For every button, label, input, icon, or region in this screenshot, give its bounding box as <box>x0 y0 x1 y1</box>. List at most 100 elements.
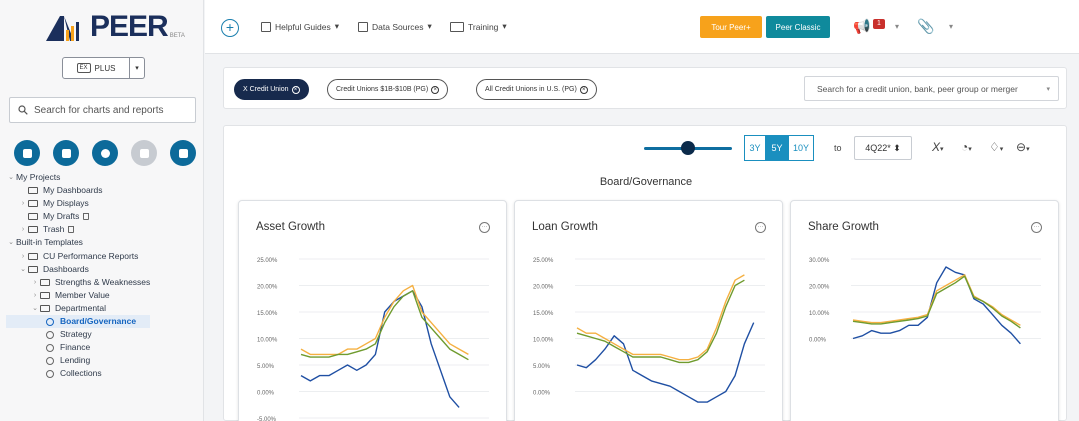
series-line[interactable] <box>300 284 469 356</box>
tree-item-finance[interactable]: Finance <box>6 341 150 354</box>
y-tick-label: 0.00% <box>533 391 551 397</box>
tree-item-label: Departmental <box>55 302 107 313</box>
sidebar-search-input[interactable]: Search for charts and reports <box>9 97 196 123</box>
logo-beta: BETA <box>169 33 185 39</box>
sidebar: PEER BETA EX PLUS ▾ Search for charts an… <box>0 0 204 421</box>
pie-tool-icon[interactable]: ◔▾ <box>961 140 972 154</box>
tree-item-label: Dashboards <box>43 263 89 274</box>
template-icon <box>46 369 54 378</box>
series-line[interactable] <box>300 290 469 361</box>
folder-icon <box>28 200 38 208</box>
tree-item-departmental[interactable]: ⌄ Departmental <box>6 302 150 315</box>
more-options-icon[interactable]: ··· <box>479 222 490 233</box>
tree-item-my-displays[interactable]: › My Displays <box>6 197 150 210</box>
time-slider-handle[interactable] <box>681 141 695 155</box>
series-line[interactable] <box>576 274 745 361</box>
institution-search-input[interactable]: Search for a credit union, bank, peer gr… <box>804 76 1059 101</box>
new-folder-button[interactable] <box>53 140 79 166</box>
remove-icon[interactable]: × <box>291 85 300 94</box>
project-tree: ⌄ My Projects My Dashboards › My Displays My … <box>6 171 151 381</box>
quarter-select[interactable]: 4Q22* ⬍ <box>854 136 912 160</box>
tree-item-trash[interactable]: › Trash <box>6 223 150 236</box>
plus-caret-button[interactable]: ▾ <box>130 57 145 79</box>
folder-icon <box>28 265 38 273</box>
dashboard-title: Board/Governance <box>599 176 693 188</box>
chevron-down-icon[interactable]: ⌄ <box>6 236 16 249</box>
tree-item-member-value[interactable]: › Member Value <box>6 289 150 302</box>
chevron-right-icon[interactable]: › <box>30 276 40 289</box>
help-button[interactable] <box>92 140 118 166</box>
folder-icon <box>28 252 38 260</box>
chevron-down-icon[interactable]: ▾ <box>895 22 899 31</box>
chart-title: Loan Growth <box>532 221 598 233</box>
tour-peer-button[interactable]: Tour Peer+ <box>700 16 762 38</box>
add-button[interactable]: + <box>221 19 239 37</box>
tree-item-cu-performance-reports[interactable]: › CU Performance Reports <box>6 250 150 263</box>
tree-item-dashboards[interactable]: ⌄ Dashboards <box>6 263 150 276</box>
chevron-down-icon[interactable]: ⌄ <box>30 302 40 315</box>
y-tick-label: 15.00% <box>533 311 554 317</box>
trash-icon[interactable] <box>68 226 75 234</box>
plus-button[interactable]: EX PLUS <box>62 57 130 79</box>
more-options-icon[interactable]: ⊖▾ <box>1016 140 1030 154</box>
tree-item-my-dashboards[interactable]: My Dashboards <box>6 184 150 197</box>
chevron-right-icon[interactable]: › <box>18 223 28 236</box>
tree-item-built-in-templates[interactable]: ⌄ Built-in Templates <box>6 236 150 249</box>
megaphone-icon[interactable]: 📢 <box>853 18 870 35</box>
data-sources-menu[interactable]: Data Sources ▾ <box>358 21 432 32</box>
delete-button[interactable] <box>131 140 157 166</box>
duplicate-button[interactable] <box>170 140 196 166</box>
remove-icon[interactable]: × <box>431 85 440 94</box>
filter-pill-x-credit-union[interactable]: X Credit Union × <box>234 79 309 100</box>
chevron-right-icon[interactable]: › <box>30 289 40 302</box>
trash-icon[interactable] <box>83 213 90 221</box>
y-tick-label: 20.00% <box>533 285 554 291</box>
chevron-down-icon[interactable]: ▾ <box>949 22 953 31</box>
y-tick-label: 0.00% <box>257 391 275 397</box>
template-icon <box>46 356 54 365</box>
tree-item-my-projects[interactable]: ⌄ My Projects <box>6 171 150 184</box>
help-icon <box>100 148 110 158</box>
chevron-down-icon: ▾ <box>334 21 340 31</box>
chevron-down-icon[interactable]: ⌄ <box>18 263 28 276</box>
helpful-guides-menu[interactable]: Helpful Guides ▾ <box>261 21 339 32</box>
tree-item-lending[interactable]: Lending <box>6 354 150 367</box>
peer-logo[interactable]: PEER BETA <box>44 10 185 42</box>
chevron-down-icon[interactable]: ⌄ <box>6 171 16 184</box>
chevron-down-icon: ▾ <box>427 21 432 31</box>
tree-item-strategy[interactable]: Strategy <box>6 328 150 341</box>
more-options-icon[interactable]: ··· <box>1031 222 1042 233</box>
peer-classic-button[interactable]: Peer Classic <box>766 16 830 38</box>
chevron-right-icon[interactable]: › <box>18 197 28 210</box>
tree-item-strengths-weaknesses[interactable]: › Strengths & Weaknesses <box>6 276 150 289</box>
paperclip-icon[interactable]: 📎 <box>917 18 934 35</box>
guide-icon <box>261 21 271 32</box>
template-icon <box>46 330 54 339</box>
training-menu[interactable]: Training ▾ <box>450 21 507 32</box>
y-tick-label: 5.00% <box>533 364 551 370</box>
filter-pill-peer-group[interactable]: Credit Unions $1B-$10B (PG) × <box>327 79 449 100</box>
y-tick-label: 20.00% <box>257 285 278 291</box>
range-5y-button[interactable]: 5Y <box>766 135 788 161</box>
tree-item-board-governance[interactable]: Board/Governance <box>6 315 151 329</box>
chevron-right-icon[interactable]: › <box>18 250 28 263</box>
quarter-value: 4Q22* <box>865 143 891 153</box>
tree-item-my-drafts[interactable]: My Drafts <box>6 210 150 223</box>
filter-pill-label: Credit Unions $1B-$10B (PG) <box>336 86 429 93</box>
chart-card-asset-growth: Asset Growth ··· 25.00% 20.00% 15.00% 10.00… <box>238 200 507 421</box>
series-line[interactable] <box>300 290 460 408</box>
range-10y-button[interactable]: 10Y <box>788 135 814 161</box>
tree-item-collections[interactable]: Collections <box>6 367 150 380</box>
filter-tool-icon[interactable]: X▾ <box>932 140 944 154</box>
filter-bar: X Credit Union × Credit Unions $1B-$10B (… <box>223 67 1067 109</box>
tag-tool-icon[interactable]: ♢▾ <box>989 140 1003 154</box>
range-3y-button[interactable]: 3Y <box>744 135 766 161</box>
asset-growth-chart: 25.00% 20.00% 15.00% 10.00% 5.00% 0.00% -5.00% <box>257 258 489 421</box>
remove-icon[interactable]: × <box>579 85 588 94</box>
new-report-button[interactable] <box>14 140 40 166</box>
more-options-icon[interactable]: ··· <box>755 222 766 233</box>
series-line[interactable] <box>576 322 755 403</box>
notification-badge[interactable]: 1 <box>873 19 885 29</box>
filter-pill-all-cus[interactable]: All Credit Unions in U.S. (PG) × <box>476 79 597 100</box>
series-line[interactable] <box>852 266 1021 345</box>
